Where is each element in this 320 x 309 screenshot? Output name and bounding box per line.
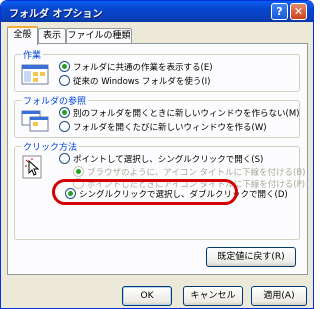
- radio-show-common-tasks[interactable]: [59, 61, 70, 72]
- browse-windows-icon: [21, 110, 49, 132]
- highlight-annotation: [52, 179, 238, 205]
- option-show-common-tasks[interactable]: フォルダに共通の作業を表示する(E): [59, 61, 213, 74]
- folder-tasks-icon: [21, 64, 49, 85]
- browse-folders-group: フォルダの参照 別のフォルダを開くときに新しいウィンドウを作らない(M) フォル…: [14, 94, 300, 138]
- restore-defaults-button[interactable]: 既定値に戻す(R): [206, 247, 296, 267]
- tab-general[interactable]: 全般: [7, 26, 38, 45]
- cancel-button[interactable]: キャンセル: [183, 286, 243, 306]
- option-classic-folders[interactable]: 従来の Windows フォルダを使う(I): [59, 75, 211, 88]
- radio-single-click[interactable]: [59, 153, 70, 164]
- title-bar[interactable]: フォルダ オプション ? ✕: [1, 1, 313, 22]
- apply-button[interactable]: 適用(A): [251, 286, 307, 306]
- tasks-group-label: 作業: [21, 48, 44, 61]
- radio-same-window[interactable]: [59, 107, 70, 118]
- tasks-group: 作業 フォルダに共通の作業を表示する(E) 従来の Windows フォルダを使…: [14, 48, 300, 92]
- window-title: フォルダ オプション: [9, 9, 103, 20]
- radio-classic-folders[interactable]: [59, 75, 70, 86]
- click-group-label: クリック方法: [21, 140, 80, 153]
- close-button[interactable]: ✕: [290, 3, 307, 20]
- radio-new-window[interactable]: [59, 121, 70, 132]
- folder-options-dialog: フォルダ オプション ? ✕ 全般 表示 ファイルの種類 作業 フォルダに共通の…: [0, 0, 314, 309]
- help-button[interactable]: ?: [271, 3, 288, 20]
- option-underline-browser: ブラウザのように、アイコン タイトルに下線を付ける(B): [73, 166, 306, 179]
- click-cursor-icon: [22, 155, 42, 179]
- ok-button[interactable]: OK: [122, 286, 172, 306]
- option-single-click[interactable]: ポイントして選択し、シングルクリックで開く(S): [59, 153, 263, 166]
- browse-group-label: フォルダの参照: [21, 94, 89, 107]
- option-new-window[interactable]: フォルダを開くたびに新しいウィンドウを作る(W): [59, 121, 267, 134]
- option-same-window[interactable]: 別のフォルダを開くときに新しいウィンドウを作らない(M): [59, 107, 299, 120]
- general-tab-panel: 作業 フォルダに共通の作業を表示する(E) 従来の Windows フォルダを使…: [7, 43, 308, 275]
- radio-underline-browser: [73, 166, 84, 177]
